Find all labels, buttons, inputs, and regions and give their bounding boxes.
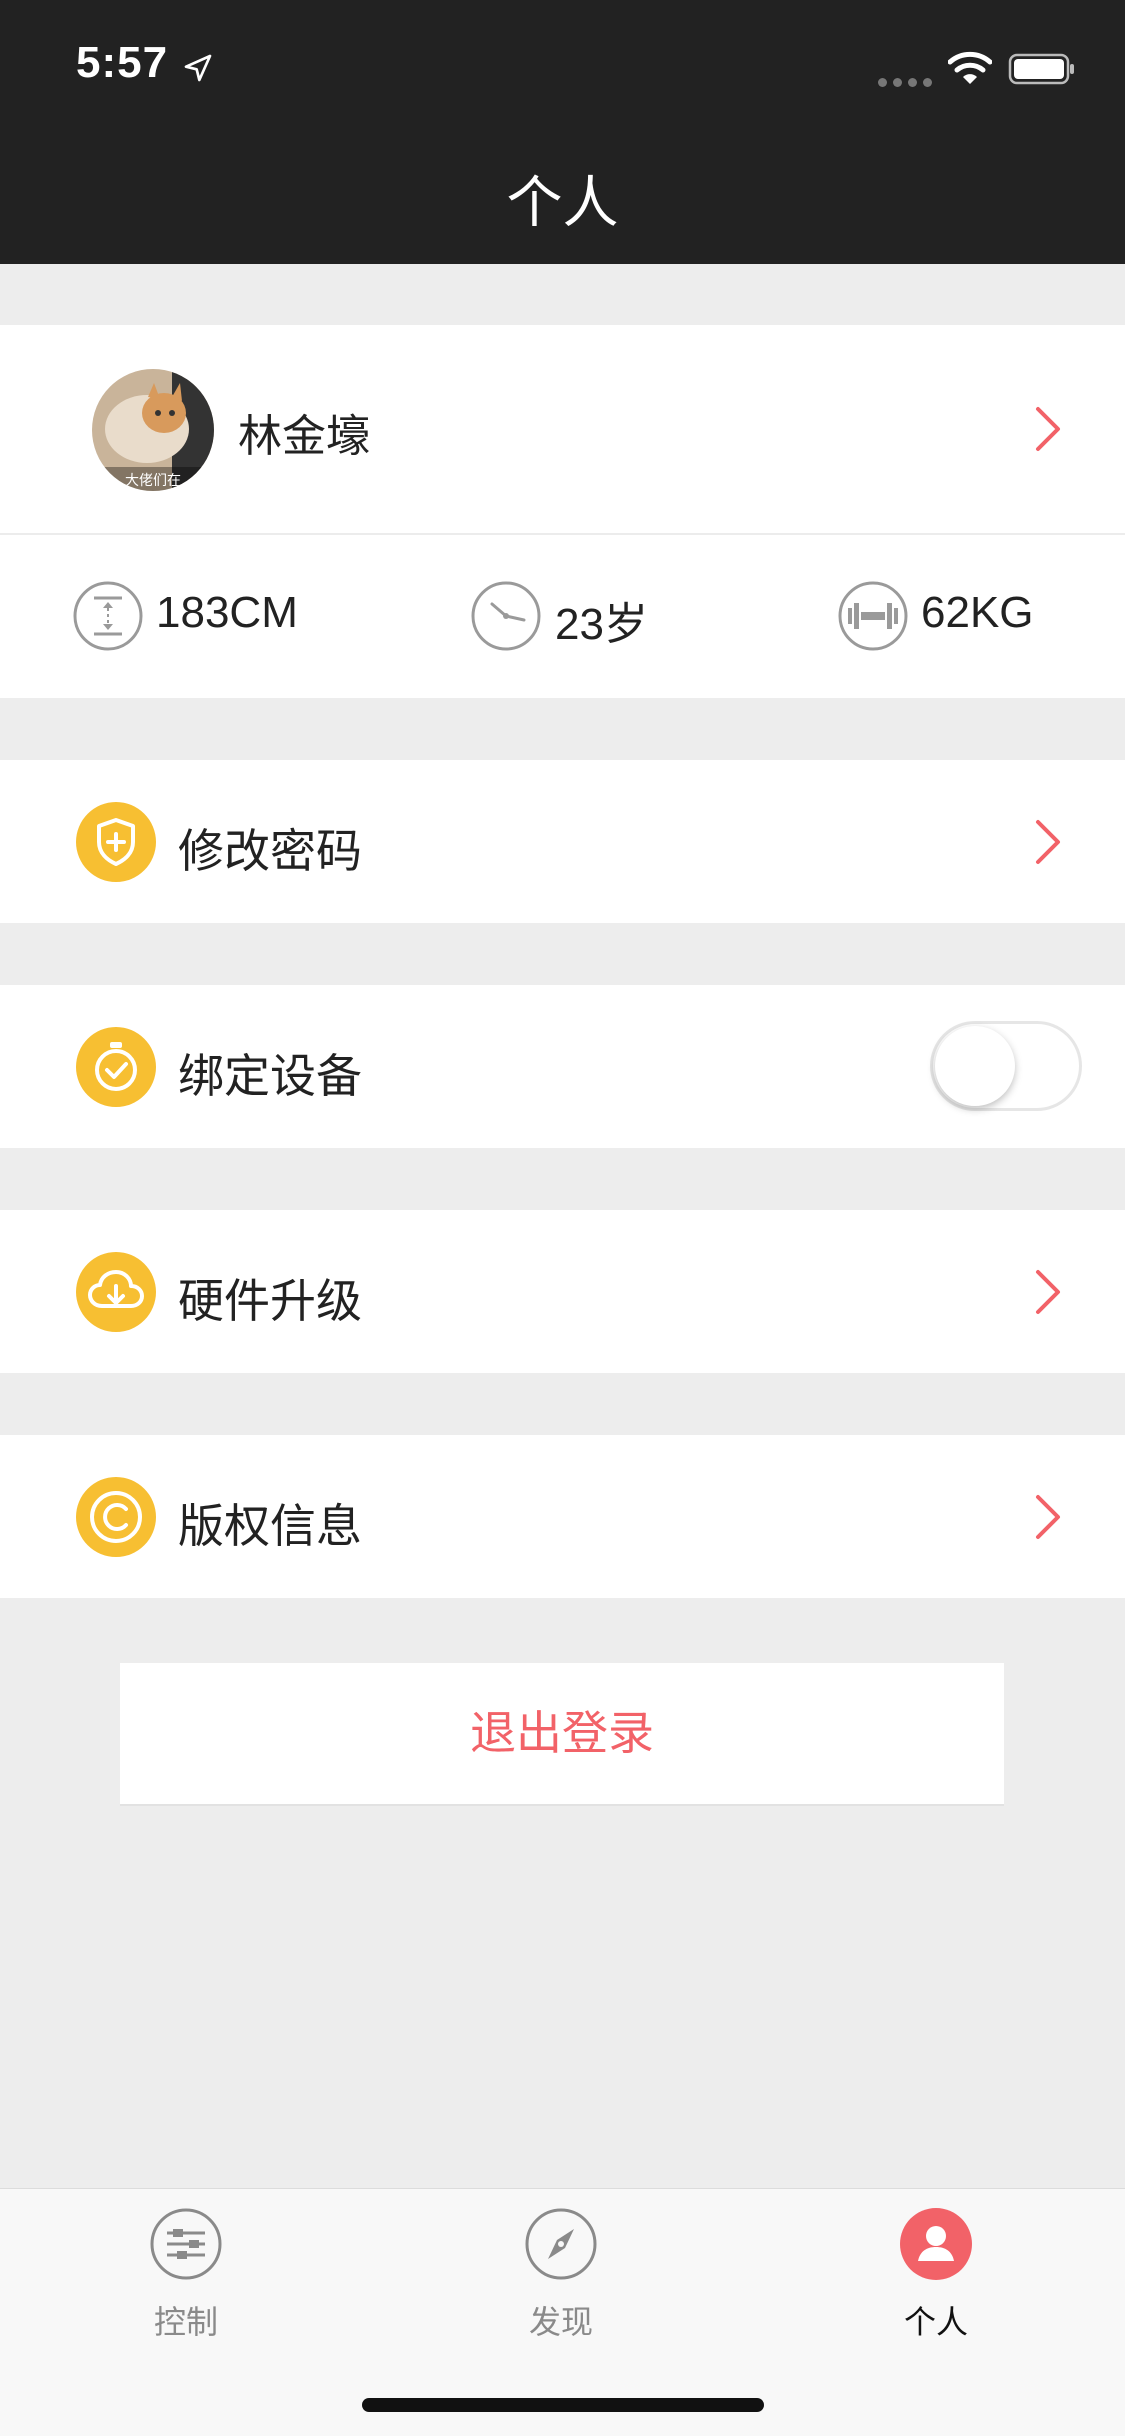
home-indicator xyxy=(362,2398,764,2412)
location-arrow-icon xyxy=(184,54,212,82)
menu-item-copyright[interactable]: 版权信息 xyxy=(0,1435,1125,1598)
sliders-icon xyxy=(150,2208,222,2280)
dumbbell-icon xyxy=(838,581,908,651)
cloud-download-icon xyxy=(76,1252,156,1332)
stats-row: 183CM 23岁 62KG xyxy=(0,535,1125,698)
menu-item-bind-device: 绑定设备 xyxy=(0,985,1125,1148)
person-icon xyxy=(900,2208,972,2280)
change-password-label: 修改密码 xyxy=(178,824,362,878)
height-value: 183CM xyxy=(156,588,298,637)
menu-item-change-password[interactable]: 修改密码 xyxy=(0,760,1125,923)
page-title: 个人 xyxy=(506,171,619,236)
tab-control[interactable]: 控制 xyxy=(86,2207,286,2347)
chevron-right-icon xyxy=(1036,407,1060,451)
copyright-icon xyxy=(76,1477,156,1557)
tab-discover[interactable]: 发现 xyxy=(461,2207,661,2347)
profile-row[interactable]: 大佬们在 林金壕 xyxy=(0,325,1125,533)
weight-value: 62KG xyxy=(921,588,1034,637)
age-value: 23岁 xyxy=(555,600,648,649)
firmware-upgrade-label: 硬件升级 xyxy=(178,1274,362,1328)
cellular-signal-icon xyxy=(878,72,938,91)
tab-label: 个人 xyxy=(903,2303,968,2341)
bind-device-label: 绑定设备 xyxy=(178,1049,362,1103)
tab-profile[interactable]: 个人 xyxy=(836,2207,1036,2347)
wifi-icon xyxy=(948,51,992,84)
battery-icon xyxy=(1008,53,1074,85)
avatar-caption: 大佬们在 xyxy=(125,473,181,489)
bind-device-toggle[interactable] xyxy=(930,1021,1082,1111)
navigation-bar: 5:57 个人 xyxy=(0,0,1125,264)
avatar[interactable]: 大佬们在 xyxy=(92,369,214,491)
clock-icon xyxy=(471,581,541,651)
chevron-right-icon xyxy=(1036,1270,1060,1314)
tab-label: 控制 xyxy=(153,2303,218,2341)
username: 林金壕 xyxy=(238,411,370,462)
toggle-knob xyxy=(935,1026,1015,1106)
chevron-right-icon xyxy=(1036,1495,1060,1539)
status-time: 5:57 xyxy=(76,38,169,87)
height-icon xyxy=(73,581,143,651)
copyright-label: 版权信息 xyxy=(178,1499,362,1553)
logout-button[interactable]: 退出登录 xyxy=(120,1663,1004,1806)
tab-label: 发现 xyxy=(528,2303,593,2341)
menu-item-firmware-upgrade[interactable]: 硬件升级 xyxy=(0,1210,1125,1373)
watch-check-icon xyxy=(76,1027,156,1107)
compass-icon xyxy=(525,2208,597,2280)
shield-plus-icon xyxy=(76,802,156,882)
chevron-right-icon xyxy=(1036,820,1060,864)
